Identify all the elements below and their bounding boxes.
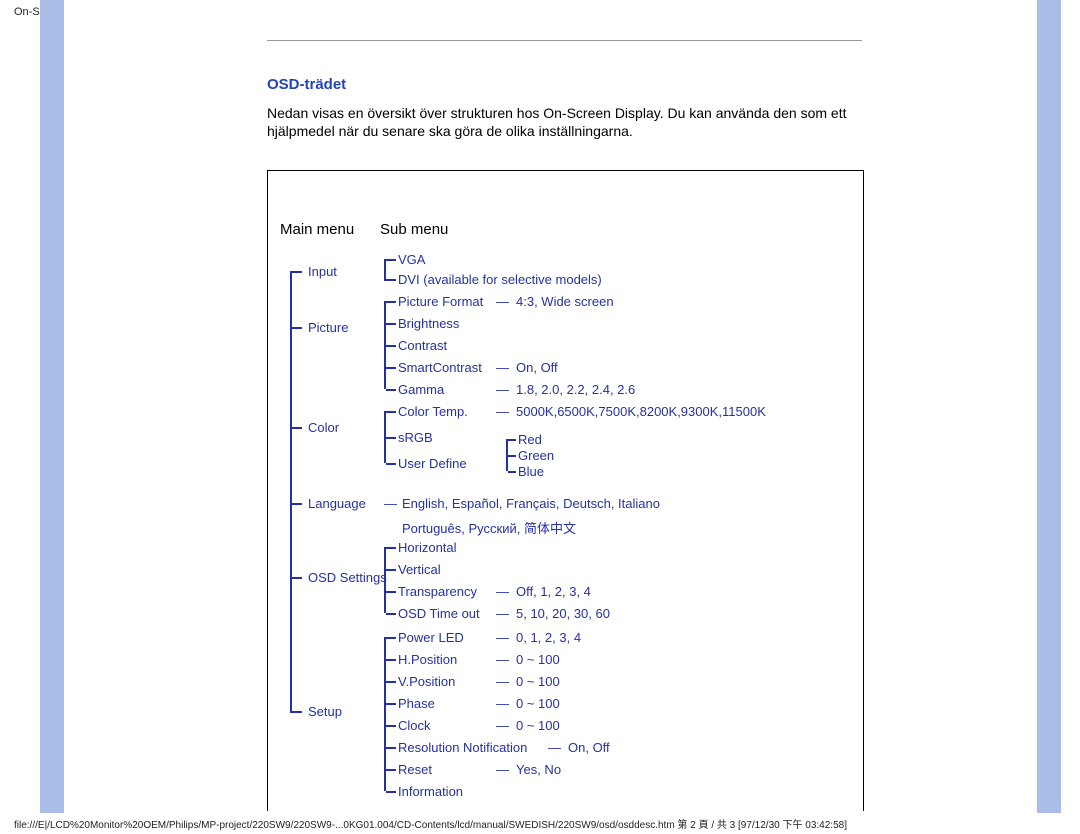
section-intro-line1: Nedan visas en översikt över strukturen … (267, 105, 846, 121)
sub-blue: Blue (518, 464, 544, 479)
sub-clock: Clock (398, 718, 431, 733)
sub-smartcontrast: SmartContrast (398, 360, 482, 375)
bracket-input (384, 259, 386, 281)
sub-input-dvi: DVI (available for selective models) (398, 272, 602, 287)
header-sub-menu: Sub menu (380, 221, 448, 238)
dash: — (496, 584, 509, 599)
dash: — (496, 630, 509, 645)
sub-color-temp-vals: 5000K,6500K,7500K,8200K,9300K,11500K (516, 404, 766, 419)
main-item-input: Input (308, 264, 337, 279)
sub-input-vga: VGA (398, 252, 425, 267)
sub-language-line2: Português, Русский, 简体中文 (402, 518, 576, 537)
sub-vposition: V.Position (398, 674, 455, 689)
sub-clock-vals: 0 ~ 100 (516, 718, 560, 733)
tree-spine (290, 271, 292, 711)
bracket-color (384, 411, 386, 463)
bracket-osd-settings (384, 547, 386, 613)
sub-osd-timeout: OSD Time out (398, 606, 480, 621)
sub-picture-format: Picture Format (398, 294, 483, 309)
dash: — (496, 606, 509, 621)
sub-power-led: Power LED (398, 630, 464, 645)
dash: — (496, 718, 509, 733)
sub-hposition: H.Position (398, 652, 457, 667)
sub-resolution-notification: Resolution Notification (398, 740, 527, 755)
section-divider (267, 40, 862, 41)
sub-gamma: Gamma (398, 382, 444, 397)
main-item-osd-settings: OSD Settings (308, 570, 387, 585)
sub-srgb: sRGB (398, 430, 433, 445)
tree-tick (290, 711, 302, 713)
dash: — (496, 382, 509, 397)
dash: — (384, 496, 397, 511)
sub-transparency-vals: Off, 1, 2, 3, 4 (516, 584, 591, 599)
sub-brightness: Brightness (398, 316, 459, 331)
tree-tick (290, 327, 302, 329)
main-item-language: Language (308, 496, 366, 511)
section-title: OSD-trädet (267, 76, 346, 93)
sub-user-define: User Define (398, 456, 467, 471)
dash: — (496, 294, 509, 309)
sub-language-line1: English, Español, Français, Deutsch, Ita… (402, 496, 660, 511)
main-item-picture: Picture (308, 320, 348, 335)
bracket-setup (384, 637, 386, 791)
main-item-color: Color (308, 420, 339, 435)
sub-smartcontrast-vals: On, Off (516, 360, 558, 375)
sub-information: Information (398, 784, 463, 799)
tree-tick (290, 427, 302, 429)
sub-red: Red (518, 432, 542, 447)
sub-picture-format-vals: 4:3, Wide screen (516, 294, 614, 309)
dash: — (548, 740, 561, 755)
tree-tick (290, 577, 302, 579)
section-intro-line2: hjälpmedel när du senare ska göra de oli… (267, 123, 633, 139)
sub-reset: Reset (398, 762, 432, 777)
dash: — (496, 404, 509, 419)
header-main-menu: Main menu (280, 221, 354, 238)
sub-hposition-vals: 0 ~ 100 (516, 652, 560, 667)
sub-phase-vals: 0 ~ 100 (516, 696, 560, 711)
tree-tick (290, 271, 302, 273)
bracket-picture (384, 301, 386, 389)
sidebar-left-stripe (40, 0, 64, 813)
sub-gamma-vals: 1.8, 2.0, 2.2, 2.4, 2.6 (516, 382, 635, 397)
sub-color-temp: Color Temp. (398, 404, 468, 419)
sub-transparency: Transparency (398, 584, 477, 599)
section-intro: Nedan visas en översikt över strukturen … (267, 104, 862, 140)
dash: — (496, 762, 509, 777)
main-item-setup: Setup (308, 704, 342, 719)
sub-vposition-vals: 0 ~ 100 (516, 674, 560, 689)
sub-contrast: Contrast (398, 338, 447, 353)
sub-osd-timeout-vals: 5, 10, 20, 30, 60 (516, 606, 610, 621)
dash: — (496, 674, 509, 689)
sub-horizontal: Horizontal (398, 540, 457, 555)
sub-phase: Phase (398, 696, 435, 711)
sub-reset-vals: Yes, No (516, 762, 561, 777)
footer-file-path: file:///E|/LCD%20Monitor%20OEM/Philips/M… (14, 816, 847, 831)
sidebar-right-stripe (1037, 0, 1061, 813)
osd-tree-diagram: Main menu Sub menu Input Picture Color L… (267, 170, 864, 811)
sub-power-led-vals: 0, 1, 2, 3, 4 (516, 630, 581, 645)
dash: — (496, 652, 509, 667)
dash: — (496, 360, 509, 375)
dash: — (496, 696, 509, 711)
bracket-user-define (506, 439, 508, 471)
tree-tick (290, 503, 302, 505)
sub-green: Green (518, 448, 554, 463)
sub-resolution-notification-vals: On, Off (568, 740, 610, 755)
page-content: OSD-trädet Nedan visas en översikt över … (64, 0, 1037, 813)
sub-vertical: Vertical (398, 562, 441, 577)
